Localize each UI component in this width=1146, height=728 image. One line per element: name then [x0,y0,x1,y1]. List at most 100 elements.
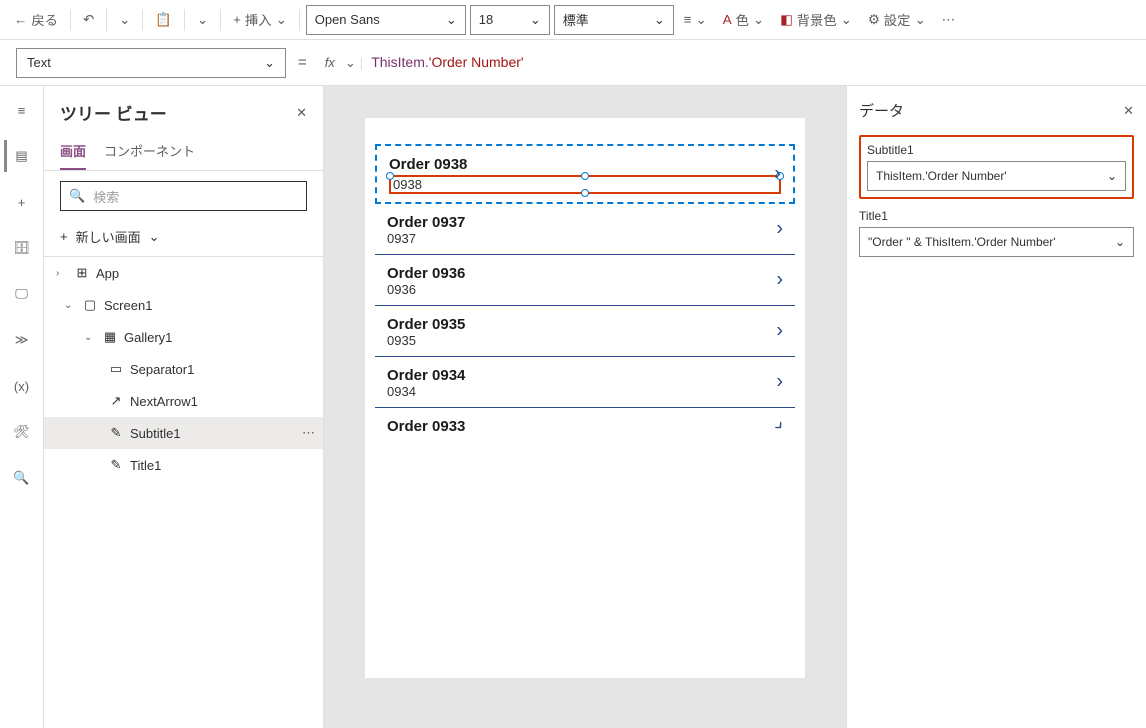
data-panel: データ ✕ Subtitle1 ThisItem.'Order Number' … [846,86,1146,728]
main-area: ≡ ▤ + 🗄 🖵 ≫ (x) 🛠 🔍 ツリー ビュー ✕ 画面 コンポーネント… [0,86,1146,728]
more-icon[interactable]: ⋯ [302,425,315,441]
caret-icon: › [56,268,68,279]
resize-handle[interactable] [581,189,589,197]
item-subtitle: 0937 [387,231,783,246]
resize-handle[interactable] [581,172,589,180]
item-subtitle: 0936 [387,282,783,297]
flows-rail-button[interactable]: ≫ [6,324,38,356]
media-icon: 🖵 [15,286,28,302]
label-icon: ✎ [108,425,124,441]
more-icon: ⋯ [942,12,955,28]
undo-button[interactable]: ↶ [77,4,100,36]
insert-button[interactable]: + 挿入 ⌄ [227,4,293,36]
tree-node-gallery1[interactable]: ⌄ ▦ Gallery1 [44,321,323,353]
chevron-down-icon: ⌄ [149,229,160,245]
gallery-icon: ▦ [102,329,118,345]
back-button[interactable]: ← 戻る [8,4,64,36]
plus-icon: + [60,229,68,244]
bgcolor-button[interactable]: ◧ 背景色 ⌄ [774,4,858,36]
hamburger-icon: ≡ [18,103,26,118]
gallery-item[interactable]: Order 0933 › [375,408,795,443]
settings-label: 設定 [884,10,911,29]
tools-rail-button[interactable]: 🛠 [6,416,38,448]
tree-node-title1[interactable]: ✎ Title1 [44,449,323,481]
chevron-right-icon[interactable]: › [774,163,781,186]
search-rail-button[interactable]: 🔍 [6,462,38,494]
chevron-right-icon[interactable]: › [776,269,783,292]
separator [184,9,185,31]
treeview-button[interactable]: ▤ [4,140,36,172]
variable-icon: (x) [14,379,29,394]
node-label: Gallery1 [124,330,172,345]
tree-node-subtitle1[interactable]: ✎ Subtitle1 ⋯ [44,417,323,449]
close-icon[interactable]: ✕ [1123,103,1134,119]
fontcolor-icon: A [723,12,732,27]
gallery-item[interactable]: Order 0934 0934 › [375,357,795,408]
caret-down-icon: ⌄ [84,332,96,343]
chevron-right-icon[interactable]: › [776,371,783,394]
resize-handle[interactable] [386,172,394,180]
fontweight-select[interactable]: 標準 ⌄ [554,5,674,35]
undo-dropdown[interactable] [113,4,136,36]
fontcolor-button[interactable]: A 色 ⌄ [717,4,770,36]
gallery: Order 0938 0938 › Order 0937 0937 › [375,144,795,443]
more-button[interactable]: ⋯ [936,4,961,36]
data-rail-button[interactable]: 🗄 [6,232,38,264]
media-rail-button[interactable]: 🖵 [6,278,38,310]
fontweight-value: 標準 [563,10,589,29]
node-label: Title1 [130,458,161,473]
treeview-panel: ツリー ビュー ✕ 画面 コンポーネント 🔍 検索 + 新しい画面 ⌄ › ⊞ … [44,86,324,728]
gallery-item[interactable]: Order 0936 0936 › [375,255,795,306]
field-title1-select[interactable]: "Order " & ThisItem.'Order Number' ⌄ [859,227,1134,257]
align-button[interactable]: ≡⌄ [678,4,713,36]
close-icon[interactable]: ✕ [296,105,307,121]
settings-button[interactable]: ⚙ 設定 ⌄ [862,4,932,36]
separator [142,9,143,31]
equals-sign: = [298,54,307,71]
chevron-down-icon: ⌄ [696,12,707,28]
item-title: Order 0934 [387,367,783,384]
tree-node-nextarrow1[interactable]: ↗ NextArrow1 [44,385,323,417]
tree-search[interactable]: 🔍 検索 [60,181,307,211]
bgcolor-label: 背景色 [797,10,837,29]
paste-button[interactable]: 📋 [149,4,178,36]
gallery-item[interactable]: Order 0937 0937 › [375,204,795,255]
fx-label: fx [319,55,341,70]
gallery-item[interactable]: Order 0938 0938 › [375,144,795,204]
item-title: Order 0935 [387,316,783,333]
layers-icon: ▤ [15,148,27,164]
canvas-screen[interactable]: Order 0938 0938 › Order 0937 0937 › [365,118,805,678]
insert-rail-button[interactable]: + [6,186,38,218]
insert-label: 挿入 [245,10,272,29]
font-select[interactable]: Open Sans ⌄ [306,5,466,35]
tab-screens[interactable]: 画面 [60,133,86,170]
gallery-item[interactable]: Order 0935 0935 › [375,306,795,357]
item-title: Order 0938 [389,156,781,173]
bucket-icon: ◧ [780,12,793,28]
tree-node-separator1[interactable]: ▭ Separator1 [44,353,323,385]
formula-input[interactable]: ThisItem.'Order Number' [363,54,531,71]
app-icon: ⊞ [74,265,90,281]
item-title: Order 0937 [387,214,783,231]
formula-input-wrap: fx ⌄ | ThisItem.'Order Number' [319,48,1130,78]
field-value: "Order " & ThisItem.'Order Number' [868,235,1056,249]
property-select[interactable]: Text ⌄ [16,48,286,78]
fontsize-select[interactable]: 18 ⌄ [470,5,550,35]
variables-rail-button[interactable]: (x) [6,370,38,402]
tab-components[interactable]: コンポーネント [104,133,195,170]
chevron-down-icon[interactable]: ⌄ [341,55,360,71]
paste-dropdown[interactable] [191,4,214,36]
left-rail: ≡ ▤ + 🗄 🖵 ≫ (x) 🛠 🔍 [0,86,44,728]
node-label: NextArrow1 [130,394,198,409]
canvas-area: Order 0938 0938 › Order 0937 0937 › [324,86,846,728]
tree-node-app[interactable]: › ⊞ App [44,257,323,289]
field-title1: Title1 "Order " & ThisItem.'Order Number… [859,209,1134,257]
field-subtitle1-select[interactable]: ThisItem.'Order Number' ⌄ [867,161,1126,191]
new-screen-button[interactable]: + 新しい画面 ⌄ [44,221,323,257]
tree-node-screen1[interactable]: ⌄ ▢ Screen1 [44,289,323,321]
chevron-right-icon[interactable]: › [776,218,783,241]
node-label: Screen1 [104,298,152,313]
undo-icon: ↶ [83,12,94,28]
chevron-right-icon[interactable]: › [776,320,783,343]
hamburger-button[interactable]: ≡ [6,94,38,126]
